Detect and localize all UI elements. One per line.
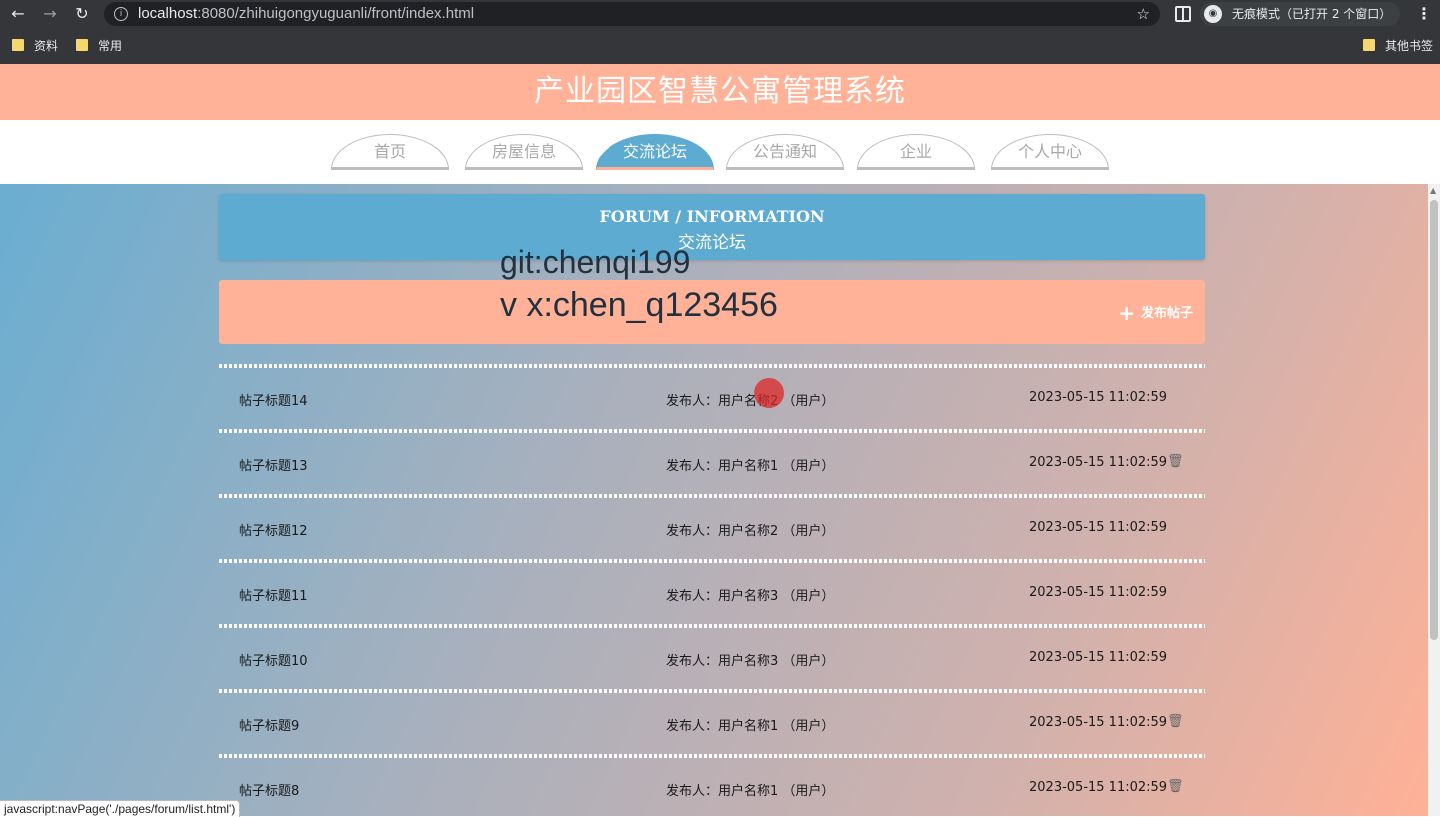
post-author: 发布人：用户名称1 （用户） — [666, 719, 835, 734]
forum-banner: FORUM / INFORMATION 交流论坛 — [219, 194, 1205, 260]
post-title[interactable]: 帖子标题10 — [239, 650, 308, 669]
post-author: 发布人：用户名称3 （用户） — [666, 654, 835, 669]
address-bar[interactable]: i localhost:8080/zhihuigongyuguanli/fron… — [104, 2, 1160, 26]
side-panel-icon[interactable] — [1175, 6, 1191, 22]
tab-forum[interactable]: 交流论坛 — [596, 134, 714, 170]
post-author: 发布人：用户名称2 （用户） — [666, 524, 835, 539]
post-time: 2023-05-15 11:02:59 — [1029, 715, 1168, 730]
post-row[interactable]: 帖子标题14 发布人：用户名称2 （用户） 2023-05-15 11:02:59 — [219, 368, 1205, 429]
folder-icon — [12, 39, 24, 51]
post-row[interactable]: 帖子标题10 发布人：用户名称3 （用户） 2023-05-15 11:02:59 — [219, 628, 1205, 689]
bookmark-star-icon[interactable]: ☆ — [1137, 2, 1150, 26]
link-status-bar: javascript:navPage('./pages/forum/list.h… — [0, 800, 241, 817]
tab-housing[interactable]: 房屋信息 — [465, 134, 583, 170]
post-title[interactable]: 帖子标题9 — [239, 715, 299, 734]
overlay-text-git: git:chenqi199 — [500, 244, 691, 280]
forward-arrow-icon[interactable]: → — [40, 4, 60, 24]
tab-enterprise[interactable]: 企业 — [857, 134, 975, 170]
post-row[interactable]: 帖子标题13 发布人：用户名称1 （用户） 2023-05-15 11:02:59 🗑 — [219, 433, 1205, 494]
delete-trash-icon[interactable]: 🗑 — [1167, 714, 1184, 729]
address-url: localhost:8080/zhihuigongyuguanli/front/… — [138, 5, 475, 22]
bookmark-folder-ziliao[interactable]: 资料 — [12, 38, 58, 54]
post-row[interactable]: 帖子标题8 发布人：用户名称1 （用户） 2023-05-15 11:02:59 🗑 — [219, 758, 1205, 816]
post-author: 发布人：用户名称1 （用户） — [666, 784, 835, 799]
post-time: 2023-05-15 11:02:59 — [1029, 390, 1168, 405]
incognito-label: 无痕模式（已打开 2 个窗口） — [1232, 7, 1392, 21]
click-indicator — [754, 378, 784, 408]
post-time: 2023-05-15 11:02:59 — [1029, 520, 1168, 535]
overlay-text-wx: v x:chen_q123456 — [500, 286, 778, 324]
plus-icon: + — [1118, 301, 1135, 325]
post-title[interactable]: 帖子标题12 — [239, 520, 308, 539]
bookmark-folder-changyong[interactable]: 常用 — [76, 38, 122, 54]
site-title: 产业园区智慧公寓管理系统 — [0, 64, 1440, 120]
publish-post-button[interactable]: + 发布帖子 — [1118, 301, 1193, 325]
post-row[interactable]: 帖子标题9 发布人：用户名称1 （用户） 2023-05-15 11:02:59 🗑 — [219, 693, 1205, 754]
folder-icon — [76, 39, 88, 51]
post-title[interactable]: 帖子标题8 — [239, 780, 299, 799]
forum-title-en: FORUM / INFORMATION — [599, 207, 825, 226]
incognito-icon: ◉ — [1204, 5, 1222, 23]
scrollbar-thumb[interactable] — [1430, 200, 1438, 640]
delete-trash-icon[interactable]: 🗑 — [1167, 454, 1184, 469]
post-title[interactable]: 帖子标题13 — [239, 455, 308, 474]
browser-menu-icon[interactable]: ⋮ — [1416, 4, 1432, 23]
post-row[interactable]: 帖子标题12 发布人：用户名称2 （用户） 2023-05-15 11:02:59 — [219, 498, 1205, 559]
post-author: 发布人：用户名称1 （用户） — [666, 459, 835, 474]
delete-trash-icon[interactable]: 🗑 — [1167, 779, 1184, 794]
post-title[interactable]: 帖子标题11 — [239, 585, 308, 604]
post-title[interactable]: 帖子标题14 — [239, 390, 308, 409]
post-time: 2023-05-15 11:02:59 — [1029, 455, 1168, 470]
tab-notices[interactable]: 公告通知 — [726, 134, 844, 170]
main-nav: 首页 房屋信息 交流论坛 公告通知 企业 个人中心 — [0, 120, 1440, 184]
other-bookmarks[interactable]: 其他书签 — [1363, 38, 1433, 54]
scroll-up-arrow-icon[interactable]: ▲ — [1430, 186, 1436, 195]
folder-icon — [1363, 39, 1375, 51]
post-time: 2023-05-15 11:02:59 — [1029, 780, 1168, 795]
reload-icon[interactable]: ↻ — [72, 4, 92, 24]
post-time: 2023-05-15 11:02:59 — [1029, 650, 1168, 665]
post-time: 2023-05-15 11:02:59 — [1029, 585, 1168, 600]
browser-toolbar: ← → ↻ i localhost:8080/zhihuigongyuguanl… — [0, 0, 1440, 28]
post-row[interactable]: 帖子标题11 发布人：用户名称3 （用户） 2023-05-15 11:02:59 — [219, 563, 1205, 624]
incognito-indicator[interactable]: ◉ 无痕模式（已打开 2 个窗口） — [1200, 2, 1400, 26]
post-author: 发布人：用户名称3 （用户） — [666, 589, 835, 604]
tab-profile[interactable]: 个人中心 — [991, 134, 1109, 170]
post-author: 发布人：用户名称2 （用户） — [666, 394, 835, 409]
tab-home[interactable]: 首页 — [331, 134, 449, 170]
forum-page: FORUM / INFORMATION 交流论坛 + 发布帖子 git:chenq… — [0, 184, 1428, 816]
forum-title-cn: 交流论坛 — [678, 233, 746, 253]
back-arrow-icon[interactable]: ← — [8, 4, 28, 24]
site-info-icon[interactable]: i — [114, 7, 128, 21]
bookmarks-bar: 资料 常用 其他书签 — [0, 28, 1440, 64]
